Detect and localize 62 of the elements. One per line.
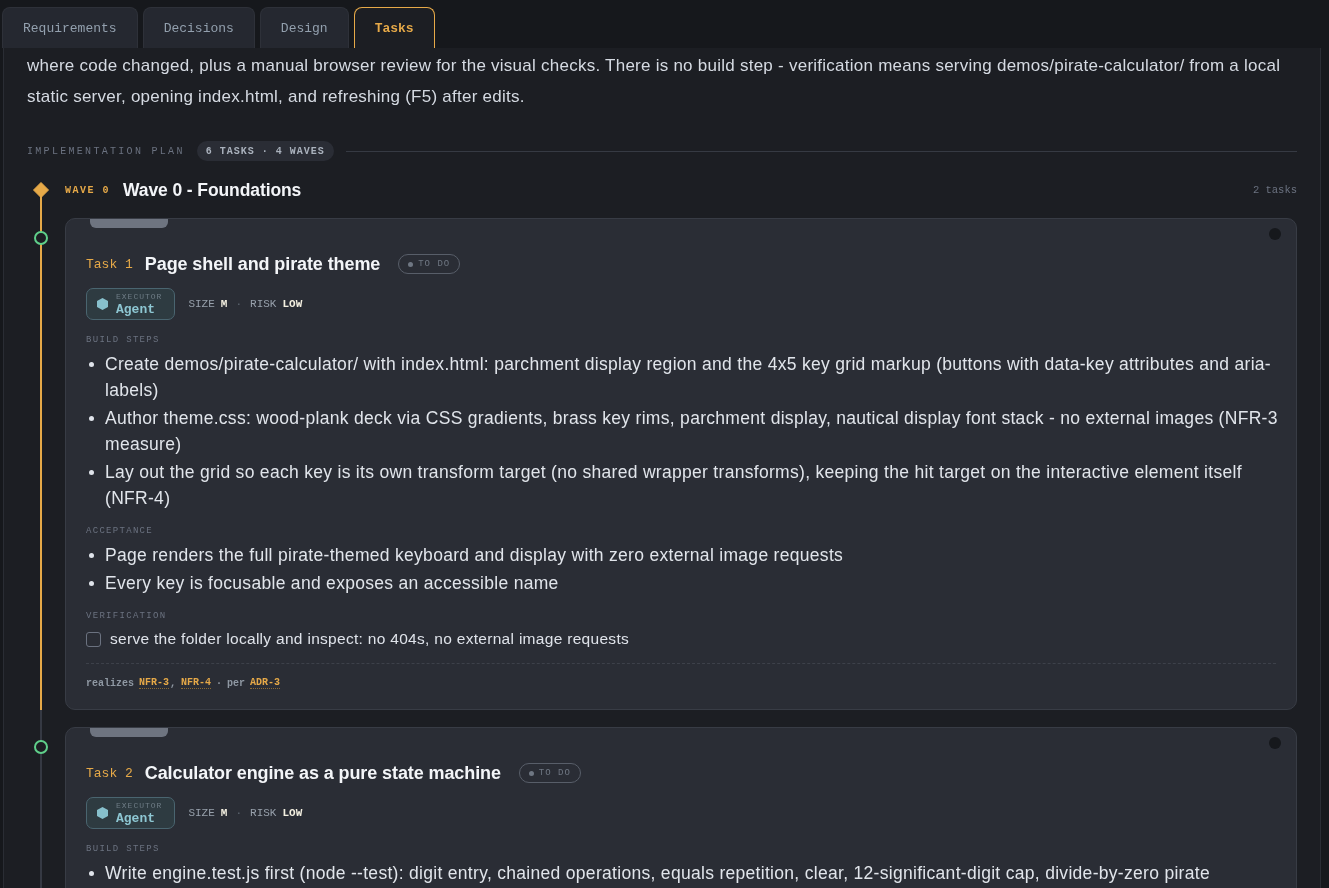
executor-value: Agent bbox=[116, 302, 156, 316]
checkbox[interactable] bbox=[86, 631, 101, 647]
hexagon-icon bbox=[97, 298, 108, 310]
meta-separator: · bbox=[235, 807, 243, 819]
footer-text: · bbox=[216, 677, 223, 689]
list-item-text: Every key is focusable and exposes an accessible name bbox=[105, 572, 560, 595]
list-item-text: Create demos/pirate-calculator/ with index.html: parchment display region and the 4x5 key grid markup (buttons with data-key attributes and aria-labels) bbox=[105, 353, 1272, 402]
task-title: Calculator engine as a pure state machine bbox=[144, 762, 501, 784]
executor-label: EXECUTOR bbox=[116, 801, 163, 810]
executor-value: Agent bbox=[116, 811, 156, 825]
dot-icon bbox=[1269, 228, 1281, 240]
footer-text: , bbox=[170, 677, 177, 689]
requirement-link[interactable]: NFR-3 bbox=[139, 677, 170, 689]
plan-summary-pill: 6 TASKS · 4 WAVES bbox=[196, 141, 334, 161]
footer-text: per bbox=[227, 677, 246, 689]
meta-label: SIZE bbox=[188, 807, 215, 819]
bullet-icon bbox=[89, 362, 94, 367]
section-heading: BUILD STEPS bbox=[86, 334, 161, 346]
list-item-text: Page renders the full pirate-themed keyboard and display with zero external image requests bbox=[105, 544, 845, 567]
meta-value: M bbox=[220, 298, 228, 310]
requirement-link[interactable]: NFR-4 bbox=[181, 677, 212, 689]
list-item-text: Author theme.css: wood-plank deck via CSS gradients, brass key rims, parchment display, nautical display font stack - no external images (NFR-3 measure) bbox=[105, 407, 1279, 456]
diamond-icon bbox=[33, 182, 49, 198]
meta-value: M bbox=[220, 807, 228, 819]
requirement-link[interactable]: ADR-3 bbox=[250, 677, 281, 689]
status-label: TO DO bbox=[418, 259, 451, 269]
dot-icon bbox=[408, 261, 414, 267]
hexagon-icon bbox=[97, 807, 108, 819]
meta-label: RISK bbox=[250, 298, 277, 310]
wave-task-count: 2 tasks bbox=[1252, 184, 1297, 196]
bullet-icon bbox=[89, 553, 94, 558]
meta-label: RISK bbox=[250, 807, 277, 819]
meta-value: LOW bbox=[282, 298, 303, 310]
section-heading: VERIFICATION bbox=[86, 610, 168, 622]
wave-title: Wave 0 - Foundations bbox=[123, 179, 302, 201]
task-number: Task 1 bbox=[86, 256, 133, 272]
meta-separator: · bbox=[235, 298, 243, 310]
section-heading: BUILD STEPS bbox=[86, 843, 161, 855]
meta-value: LOW bbox=[282, 807, 303, 819]
intro-paragraph: where code changed, plus a manual browser review for the visual checks. There is no build step - verification means serving demos/pirate-calculator/ from a local static server, opening index.html, and refreshing (F5) after edits. bbox=[27, 55, 1282, 108]
bullet-icon bbox=[89, 581, 94, 586]
tab[interactable]: Design bbox=[259, 7, 349, 48]
meta-label: SIZE bbox=[188, 298, 215, 310]
status-label: TO DO bbox=[538, 768, 571, 778]
bullet-icon bbox=[89, 871, 94, 876]
tab[interactable]: Decisions bbox=[142, 7, 255, 48]
checklist-item-text: serve the folder locally and inspect: no 404s, no external image requests bbox=[110, 630, 630, 648]
list-item-text: Lay out the grid so each key is its own transform target (no shared wrapper transforms), keeping the hit target on the interactive element itself (NFR-4) bbox=[105, 461, 1243, 510]
footer-text: realizes bbox=[86, 677, 134, 689]
wave-label: WAVE 0 bbox=[65, 184, 110, 196]
section-heading: ACCEPTANCE bbox=[86, 525, 154, 537]
bullet-icon bbox=[89, 470, 94, 475]
tab[interactable]: Tasks bbox=[353, 7, 435, 48]
list-item-text: Write engine.test.js first (node --test): digit entry, chained operations, equals repetition, clear, 12-significant-digit cap, divide-by-zero pirate bbox=[105, 862, 1211, 885]
dot-icon bbox=[528, 770, 534, 776]
bullet-icon bbox=[89, 416, 94, 421]
task-number: Task 2 bbox=[86, 765, 133, 781]
task-title: Page shell and pirate theme bbox=[144, 253, 381, 275]
tab[interactable]: Requirements bbox=[2, 7, 138, 48]
dot-icon bbox=[1269, 737, 1281, 749]
plan-heading: IMPLEMENTATION PLAN bbox=[27, 145, 185, 157]
executor-label: EXECUTOR bbox=[116, 292, 163, 301]
